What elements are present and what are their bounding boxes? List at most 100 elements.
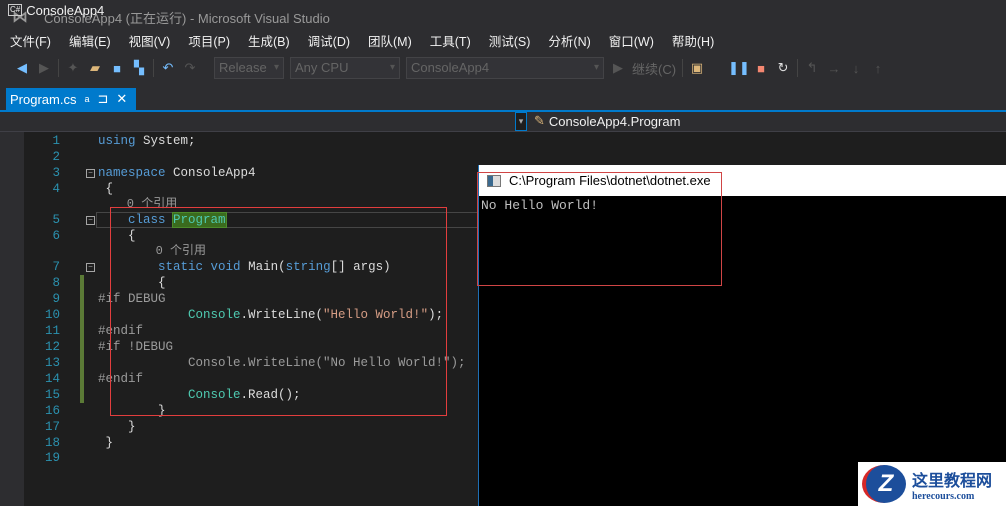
new-project-icon[interactable]: ✦: [65, 60, 81, 76]
menu-item[interactable]: 测试(S): [489, 32, 531, 52]
code-line: 18 }: [0, 435, 478, 451]
menu-item[interactable]: 工具(T): [430, 32, 471, 52]
class-icon: ✎: [534, 113, 545, 128]
line-number: 7: [52, 260, 60, 274]
watermark-en: herecours.com: [912, 490, 975, 502]
close-icon[interactable]: ✕: [116, 91, 127, 107]
find-icon[interactable]: ▣: [689, 60, 705, 76]
separator: [797, 59, 799, 77]
line-number: 18: [44, 436, 60, 450]
separator: [58, 59, 59, 77]
menu-item[interactable]: 文件(F): [10, 32, 51, 52]
menu-item[interactable]: 调试(D): [308, 32, 350, 52]
code-token: }: [98, 436, 114, 450]
code-line: 19: [0, 450, 478, 466]
line-number: 14: [44, 372, 60, 386]
pin-icon[interactable]: ⊐: [97, 91, 108, 107]
step-over-icon[interactable]: ↓: [848, 60, 864, 76]
line-number: 19: [44, 451, 60, 465]
configuration-select[interactable]: Release: [214, 57, 284, 79]
watermark: Z 这里教程网 herecours.com: [858, 462, 1006, 506]
line-number: 10: [44, 308, 60, 322]
line-number: 12: [44, 340, 60, 354]
code-text: }: [98, 419, 136, 435]
tab-label: Program.cs: [10, 91, 77, 107]
code-line: 17 }: [0, 419, 478, 435]
annotation-box: [110, 207, 447, 416]
code-token: namespace: [98, 166, 166, 180]
menu-item[interactable]: 生成(B): [248, 32, 290, 52]
open-folder-icon[interactable]: ▰: [87, 60, 103, 76]
pause-icon[interactable]: ❚❚: [728, 60, 750, 76]
forward-icon[interactable]: ▶: [36, 60, 52, 76]
code-line: 2: [0, 149, 478, 165]
restart-icon[interactable]: ↻: [775, 60, 791, 76]
code-line: 3 − namespace ConsoleApp4: [0, 165, 478, 181]
code-text: }: [98, 435, 114, 451]
code-token: ConsoleApp4: [165, 166, 256, 180]
line-number: 2: [52, 150, 60, 164]
class-dropdown[interactable]: ✎ ConsoleApp4.Program: [534, 113, 680, 129]
code-token: System;: [135, 134, 196, 148]
step-into-icon[interactable]: →: [826, 60, 842, 76]
menu-item[interactable]: 视图(V): [129, 32, 171, 52]
code-line: 1 using System;: [0, 133, 478, 149]
save-all-icon[interactable]: ▚: [131, 60, 147, 76]
line-number: 6: [52, 229, 60, 243]
annotation-box: [477, 172, 722, 286]
line-number: 9: [52, 292, 60, 306]
line-number: 15: [44, 388, 60, 402]
chevron-down-icon[interactable]: ▾: [515, 112, 527, 131]
menu-bar: 文件(F) 编辑(E) 视图(V) 项目(P) 生成(B) 调试(D) 团队(M) 工具(T)…: [0, 32, 732, 52]
collapse-icon[interactable]: −: [86, 169, 95, 178]
line-number: 17: [44, 420, 60, 434]
line-number: 3: [52, 166, 60, 180]
code-token: }: [98, 420, 136, 434]
startup-project-select[interactable]: ConsoleApp4: [406, 57, 604, 79]
navigation-bar: [0, 112, 1006, 132]
save-icon[interactable]: ■: [109, 60, 125, 76]
line-number: 4: [52, 182, 60, 196]
line-number: 11: [44, 324, 60, 338]
csharp-icon: C#: [8, 4, 23, 16]
watermark-logo-icon: Z: [862, 465, 906, 503]
toolbar: ◀ ▶ ✦ ▰ ■ ▚ ↶ ↷ Release Any CPU ConsoleA…: [0, 55, 1006, 81]
stop-icon[interactable]: ■: [753, 60, 769, 76]
redo-icon[interactable]: ↷: [182, 60, 198, 76]
line-number: 1: [52, 134, 60, 148]
menu-item[interactable]: 项目(P): [188, 32, 230, 52]
menu-item[interactable]: 编辑(E): [69, 32, 111, 52]
tab-program-cs[interactable]: Program.cs a ⊐ ✕: [6, 88, 136, 110]
platform-select[interactable]: Any CPU: [290, 57, 400, 79]
collapse-icon[interactable]: −: [86, 216, 95, 225]
code-token: using: [98, 134, 136, 148]
lock-icon: a: [84, 94, 90, 104]
separator: [682, 59, 684, 77]
project-dropdown[interactable]: C# ConsoleApp4: [8, 1, 514, 19]
menu-item[interactable]: 帮助(H): [672, 32, 714, 52]
code-line: 4 {: [0, 181, 478, 197]
line-number: 16: [44, 404, 60, 418]
watermark-cn: 这里教程网: [912, 470, 993, 490]
class-name: ConsoleApp4.Program: [548, 113, 681, 129]
play-icon[interactable]: ▶: [610, 60, 626, 76]
back-icon[interactable]: ◀: [14, 60, 30, 76]
code-text: namespace ConsoleApp4: [98, 165, 256, 181]
show-next-statement-icon[interactable]: ↰: [804, 60, 820, 76]
menu-item[interactable]: 窗口(W): [609, 32, 654, 52]
line-number: 5: [52, 213, 60, 227]
continue-button[interactable]: 继续(C): [632, 59, 676, 78]
code-text: using System;: [98, 133, 196, 149]
menu-item[interactable]: 分析(N): [548, 32, 590, 52]
line-number: 13: [44, 356, 60, 370]
code-token: {: [98, 182, 114, 196]
document-tabs: Program.cs a ⊐ ✕: [0, 88, 1006, 112]
undo-icon[interactable]: ↶: [160, 60, 176, 76]
separator: [153, 59, 154, 77]
code-text: {: [98, 181, 114, 197]
menu-item[interactable]: 团队(M): [368, 32, 412, 52]
line-number: 8: [52, 276, 60, 290]
step-out-icon[interactable]: ↑: [870, 60, 886, 76]
project-name: ConsoleApp4: [26, 2, 105, 18]
collapse-icon[interactable]: −: [86, 263, 95, 272]
